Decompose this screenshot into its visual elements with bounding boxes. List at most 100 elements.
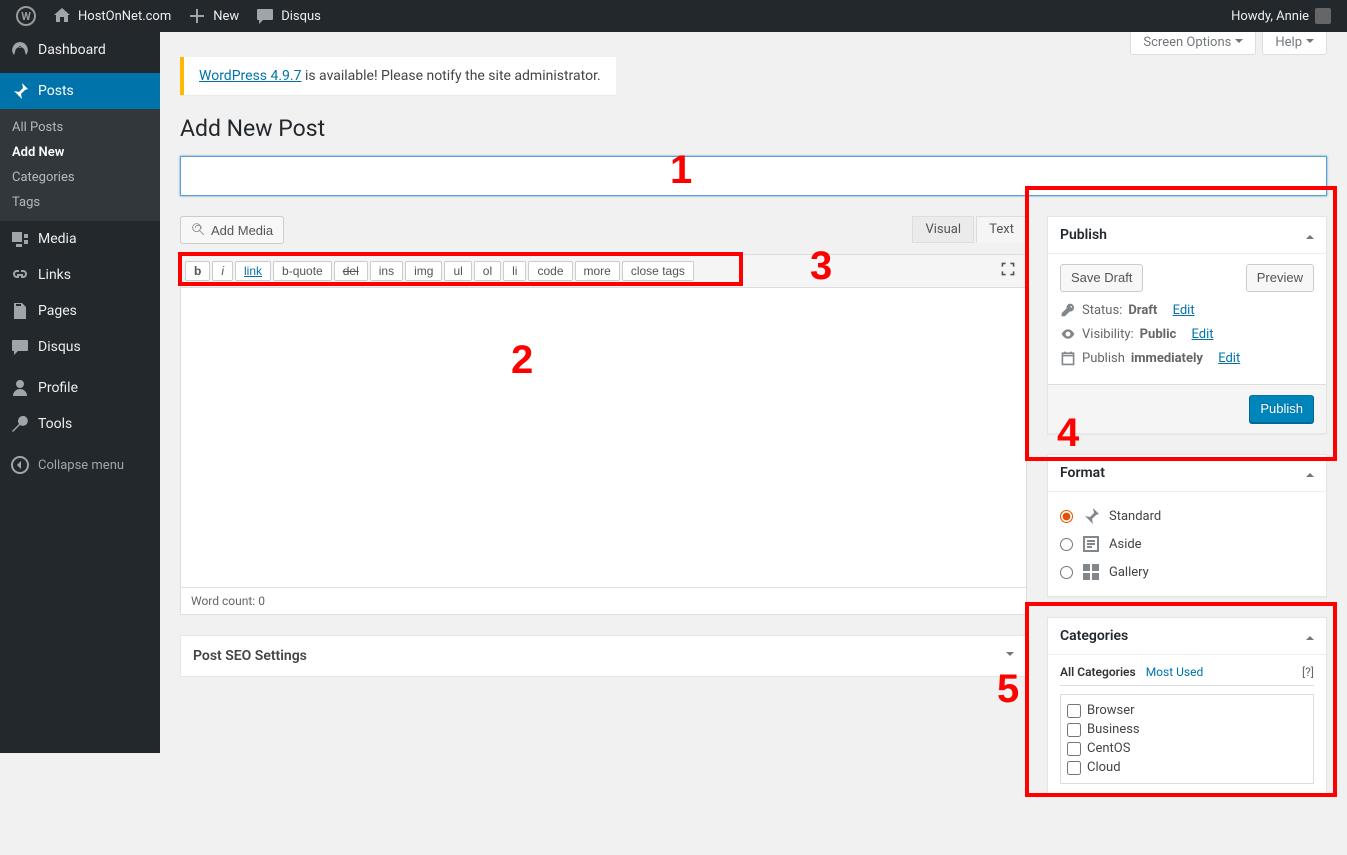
category-item[interactable]: Cloud [1067,758,1307,777]
category-item[interactable]: Browser [1067,701,1307,720]
categories-help[interactable]: [?] [1302,665,1314,679]
category-item[interactable]: CentOS [1067,739,1307,758]
category-checkbox[interactable] [1067,723,1081,737]
wp-logo-menu[interactable]: W [8,0,44,32]
status-edit-link[interactable]: Edit [1173,303,1195,318]
format-option-gallery[interactable]: Gallery [1060,558,1314,586]
schedule-value: immediately [1131,351,1203,366]
pin-icon [1081,506,1101,526]
chevron-down-icon [1306,39,1314,47]
admin-toolbar: W HostOnNet.com New Disqus Howdy, Annie [0,0,1347,32]
chevron-up-icon [1306,632,1314,640]
submenu-all-posts[interactable]: All Posts [0,115,160,140]
format-box-title: Format [1060,465,1105,481]
tab-most-used[interactable]: Most Used [1146,665,1204,679]
qt-bold-button[interactable]: b [185,261,210,281]
content-editor[interactable]: 2 [180,288,1027,588]
submenu-tags[interactable]: Tags [0,190,160,215]
collapse-icon [10,455,30,475]
help-toggle[interactable]: Help [1262,32,1327,55]
publish-button[interactable]: Publish [1249,395,1314,423]
sidebar-item-pages[interactable]: Pages [0,293,160,329]
comment-icon [255,6,275,26]
categories-box-header[interactable]: Categories [1048,618,1326,655]
links-icon [10,265,30,285]
qt-del-button[interactable]: del [334,261,368,281]
qt-ins-button[interactable]: ins [370,261,403,281]
editor-mode-tabs: Visual Text [913,216,1027,243]
category-item[interactable]: Business [1067,720,1307,739]
sidebar-item-links[interactable]: Links [0,257,160,293]
my-account-menu[interactable]: Howdy, Annie [1223,0,1339,32]
format-label: Gallery [1109,565,1149,580]
sidebar-item-profile[interactable]: Profile [0,370,160,406]
format-radio-gallery[interactable] [1060,566,1073,579]
qt-bquote-button[interactable]: b-quote [273,261,332,281]
qt-link-button[interactable]: link [235,261,271,281]
screen-options-toggle[interactable]: Screen Options [1130,32,1256,55]
visibility-label: Visibility: [1082,327,1134,342]
add-media-label: Add Media [211,223,273,238]
greeting-text: Howdy, Annie [1231,9,1309,24]
category-tabs: All Categories Most Used [?] [1060,665,1314,686]
qt-italic-button[interactable]: i [212,261,233,281]
format-box-header[interactable]: Format [1048,455,1326,492]
save-draft-button[interactable]: Save Draft [1060,264,1143,292]
page-title: Add New Post [180,115,1327,142]
category-checkbox[interactable] [1067,761,1081,775]
sidebar-item-disqus[interactable]: Disqus [0,329,160,365]
status-value: Draft [1128,303,1157,318]
format-radio-aside[interactable] [1060,538,1073,551]
post-title-input[interactable] [180,156,1327,196]
category-label: Browser [1087,703,1135,718]
publish-box: Publish Save Draft Preview Status: Draft… [1047,216,1327,434]
sidebar-item-media[interactable]: Media [0,221,160,257]
word-count-label: Word count: [191,594,258,608]
format-option-aside[interactable]: Aside [1060,530,1314,558]
schedule-row: Publish immediately Edit [1060,350,1314,366]
qt-img-button[interactable]: img [405,261,442,281]
status-row: Status: Draft Edit [1060,302,1314,318]
media-icon [191,222,207,238]
submenu-categories[interactable]: Categories [0,165,160,190]
update-link[interactable]: WordPress 4.9.7 [199,68,301,84]
seo-settings-toggle[interactable]: Post SEO Settings [181,636,1026,676]
sidebar-item-tools[interactable]: Tools [0,406,160,442]
user-icon [10,378,30,398]
category-checkbox[interactable] [1067,704,1081,718]
dashboard-icon [10,40,30,60]
sidebar-item-dashboard[interactable]: Dashboard [0,32,160,68]
qt-ol-button[interactable]: ol [474,261,501,281]
tab-visual[interactable]: Visual [912,216,974,243]
qt-li-button[interactable]: li [503,261,526,281]
new-content-menu[interactable]: New [179,0,247,32]
preview-button[interactable]: Preview [1246,264,1314,292]
sidebar-label: Profile [38,380,78,396]
key-icon [1060,302,1076,318]
publish-box-header[interactable]: Publish [1048,217,1326,254]
tab-text[interactable]: Text [976,216,1027,243]
visibility-edit-link[interactable]: Edit [1192,327,1214,342]
qt-more-button[interactable]: more [575,261,620,281]
qt-ul-button[interactable]: ul [444,261,471,281]
sidebar-label: Links [38,267,71,283]
help-label: Help [1275,35,1302,50]
disqus-toolbar-item[interactable]: Disqus [247,0,329,32]
schedule-edit-link[interactable]: Edit [1218,351,1240,366]
qt-code-button[interactable]: code [528,261,572,281]
tab-all-categories[interactable]: All Categories [1060,665,1136,679]
fullscreen-toggle[interactable] [994,259,1022,283]
sidebar-item-posts[interactable]: Posts [0,73,160,109]
submenu-add-new[interactable]: Add New [0,140,160,165]
collapse-menu-button[interactable]: Collapse menu [0,447,160,483]
admin-sidebar: Dashboard Posts All Posts Add New Catego… [0,32,160,753]
new-content-label: New [213,9,239,24]
qt-closetags-button[interactable]: close tags [622,261,694,281]
format-option-standard[interactable]: Standard [1060,502,1314,530]
category-list[interactable]: Browser Business CentOS Cloud [1060,694,1314,784]
add-media-button[interactable]: Add Media [180,216,284,244]
disqus-toolbar-label: Disqus [281,9,321,24]
site-name-menu[interactable]: HostOnNet.com [44,0,179,32]
format-radio-standard[interactable] [1060,510,1073,523]
category-checkbox[interactable] [1067,742,1081,756]
